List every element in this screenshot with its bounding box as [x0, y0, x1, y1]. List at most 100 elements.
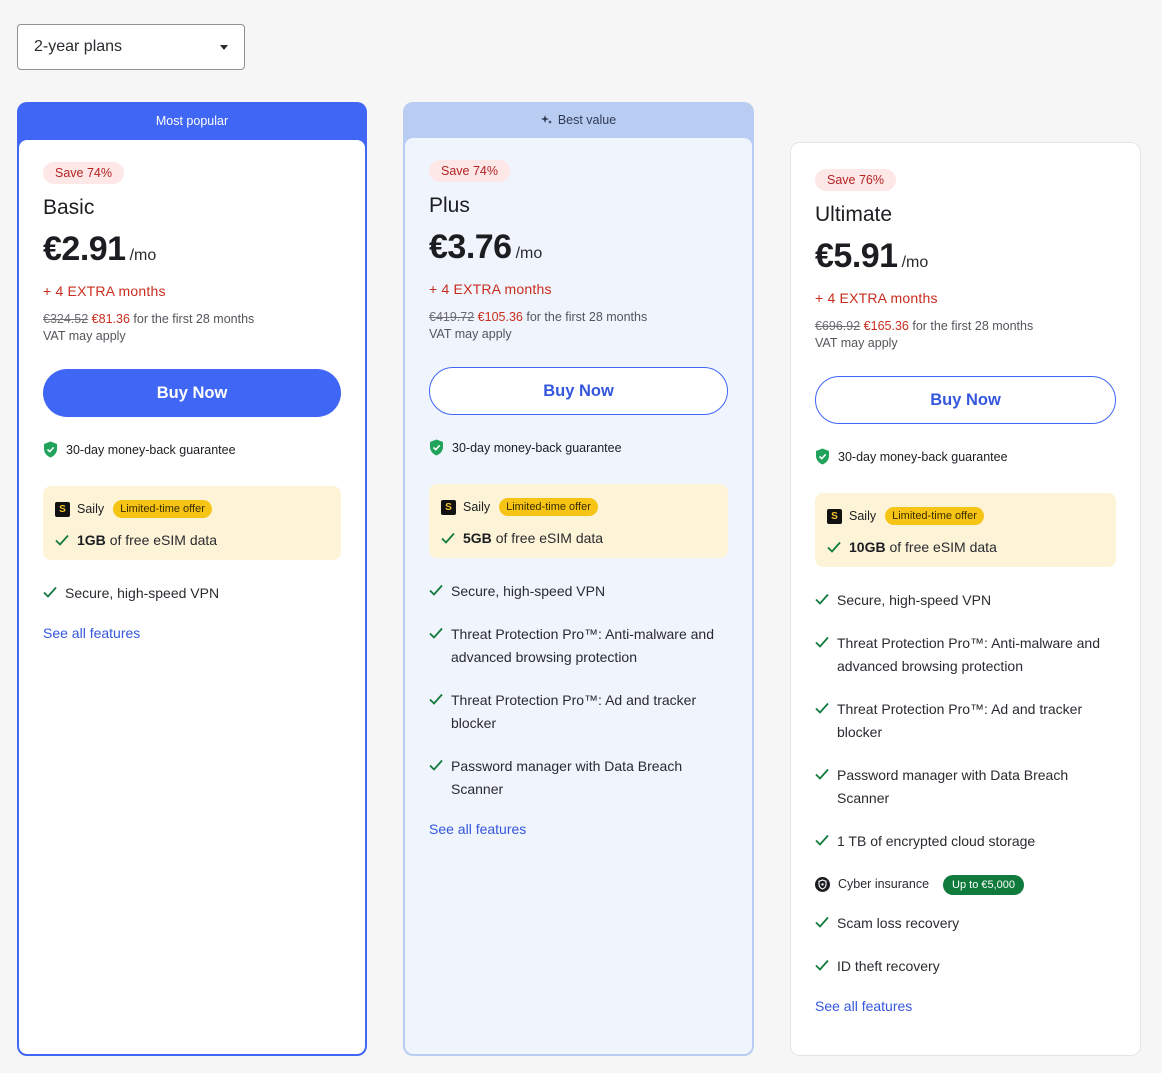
price-period: /mo [515, 245, 543, 262]
esim-amount: 1GB [77, 532, 106, 548]
save-badge: Save 74% [429, 160, 510, 182]
feature-label: Scam loss recovery [837, 915, 960, 931]
feature-item: ID theft recovery [815, 955, 1116, 978]
check-icon [815, 702, 829, 714]
feature-label: Password manager with Data Breach Scanne… [451, 758, 683, 797]
cyber-insurance-icon [815, 877, 830, 892]
discounted-price: €81.36 [91, 312, 130, 326]
see-all-features-link[interactable]: See all features [815, 998, 912, 1014]
price-term: for the first 28 months [133, 312, 255, 326]
old-price: €324.52 [43, 312, 89, 326]
feature-label: Secure, high-speed VPN [837, 592, 992, 608]
price-term: for the first 28 months [912, 319, 1034, 333]
extra-months: + 4 EXTRA months [815, 290, 938, 306]
guarantee-label: 30-day money-back guarantee [66, 442, 236, 457]
plan-card-basic: Most popular Save 74% Basic €2.91 /mo + … [17, 102, 367, 1056]
see-all-features-link[interactable]: See all features [43, 625, 140, 641]
check-icon [815, 636, 829, 648]
esim-text: of free eSIM data [495, 530, 604, 546]
feature-list: Secure, high-speed VPN Threat Protection… [429, 580, 728, 801]
feature-label: Threat Protection Pro™: Anti-malware and… [837, 635, 1101, 674]
saily-logo-icon: S [827, 508, 842, 524]
saily-name: Saily [849, 509, 877, 523]
feature-item: Threat Protection Pro™: Ad and tracker b… [429, 689, 728, 735]
plan-name: Basic [43, 196, 95, 219]
billing-period-value: 2-year plans [34, 38, 123, 55]
plan-card-body: Save 76% Ultimate €5.91 /mo + 4 EXTRA mo… [791, 143, 1140, 1055]
money-back-guarantee: 30-day money-back guarantee [43, 441, 341, 458]
check-icon [441, 532, 455, 544]
extra-months: + 4 EXTRA months [43, 283, 166, 299]
banner-label: Best value [557, 113, 617, 127]
discounted-price: €165.36 [863, 319, 909, 333]
check-icon [429, 584, 443, 596]
check-icon [55, 534, 69, 546]
esim-data-feature: 1GB of free eSIM data [55, 532, 329, 548]
check-icon [815, 768, 829, 780]
feature-item: Threat Protection Pro™: Anti-malware and… [815, 632, 1116, 678]
esim-text: of free eSIM data [889, 539, 997, 555]
check-icon [827, 541, 841, 553]
check-icon [815, 916, 829, 928]
plan-name: Plus [429, 194, 470, 217]
save-badge: Save 74% [43, 162, 124, 184]
monthly-price: €2.91 [43, 230, 126, 268]
see-all-features-link[interactable]: See all features [429, 821, 526, 837]
buy-now-button[interactable]: Buy Now [43, 369, 341, 417]
caret-down-icon [220, 45, 228, 50]
feature-label: Secure, high-speed VPN [65, 585, 220, 601]
feature-item: Secure, high-speed VPN [429, 580, 728, 603]
feature-item: Password manager with Data Breach Scanne… [815, 764, 1116, 810]
price-period: /mo [129, 247, 157, 264]
money-back-guarantee: 30-day money-back guarantee [429, 439, 728, 456]
shield-check-icon [430, 439, 443, 456]
feature-item: Secure, high-speed VPN [43, 582, 341, 605]
buy-now-button[interactable]: Buy Now [429, 367, 728, 415]
save-badge: Save 76% [815, 169, 896, 191]
check-icon [815, 834, 829, 846]
feature-item: Scam loss recovery [815, 912, 1116, 935]
sparkle-icon [540, 115, 552, 124]
buy-now-button[interactable]: Buy Now [815, 376, 1116, 424]
feature-item: Threat Protection Pro™: Anti-malware and… [429, 623, 728, 669]
check-icon [815, 593, 829, 605]
best-value-banner: Best value [403, 102, 754, 138]
shield-check-icon [44, 441, 57, 458]
check-icon [815, 959, 829, 971]
plan-card-body: Save 74% Basic €2.91 /mo + 4 EXTRA month… [19, 140, 365, 1054]
feature-item: Threat Protection Pro™: Ad and tracker b… [815, 698, 1116, 744]
feature-label: Password manager with Data Breach Scanne… [837, 767, 1069, 806]
limited-offer-badge: Limited-time offer [113, 500, 212, 518]
feature-item: Password manager with Data Breach Scanne… [429, 755, 728, 801]
check-icon [429, 693, 443, 705]
limited-offer-badge: Limited-time offer [499, 498, 598, 516]
banner-label: Most popular [155, 114, 229, 128]
feature-label: Threat Protection Pro™: Ad and tracker b… [837, 701, 1083, 740]
extra-months: + 4 EXTRA months [429, 281, 552, 297]
esim-data-feature: 10GB of free eSIM data [827, 539, 1104, 555]
esim-data-feature: 5GB of free eSIM data [441, 530, 716, 546]
billing-period-select[interactable]: 2-year plans [17, 24, 245, 70]
vat-note: VAT may apply [429, 327, 512, 341]
limited-offer-badge: Limited-time offer [885, 507, 984, 525]
money-back-guarantee: 30-day money-back guarantee [815, 448, 1116, 465]
price-row: €3.76 /mo [429, 228, 728, 267]
plan-card-body: Save 74% Plus €3.76 /mo + 4 EXTRA months… [405, 138, 752, 1054]
price-row: €2.91 /mo [43, 230, 341, 269]
feature-label: Threat Protection Pro™: Anti-malware and… [451, 626, 715, 665]
feature-label: 1 TB of encrypted cloud storage [837, 833, 1036, 849]
price-detail: €324.52 €81.36 for the first 28 months V… [43, 311, 341, 345]
cyber-insurance-item: Cyber insurance Up to €5,000 [815, 873, 1116, 896]
esim-amount: 10GB [849, 539, 886, 555]
price-row: €5.91 /mo [815, 237, 1116, 276]
vat-note: VAT may apply [815, 336, 898, 350]
feature-list: Secure, high-speed VPN [43, 582, 341, 605]
old-price: €696.92 [815, 319, 861, 333]
insurance-amount-badge: Up to €5,000 [943, 874, 1025, 895]
saily-name: Saily [463, 500, 491, 514]
saily-logo-icon: S [441, 499, 456, 515]
esim-text: of free eSIM data [109, 532, 218, 548]
monthly-price: €3.76 [429, 228, 512, 266]
price-term: for the first 28 months [526, 310, 648, 324]
check-icon [429, 759, 443, 771]
